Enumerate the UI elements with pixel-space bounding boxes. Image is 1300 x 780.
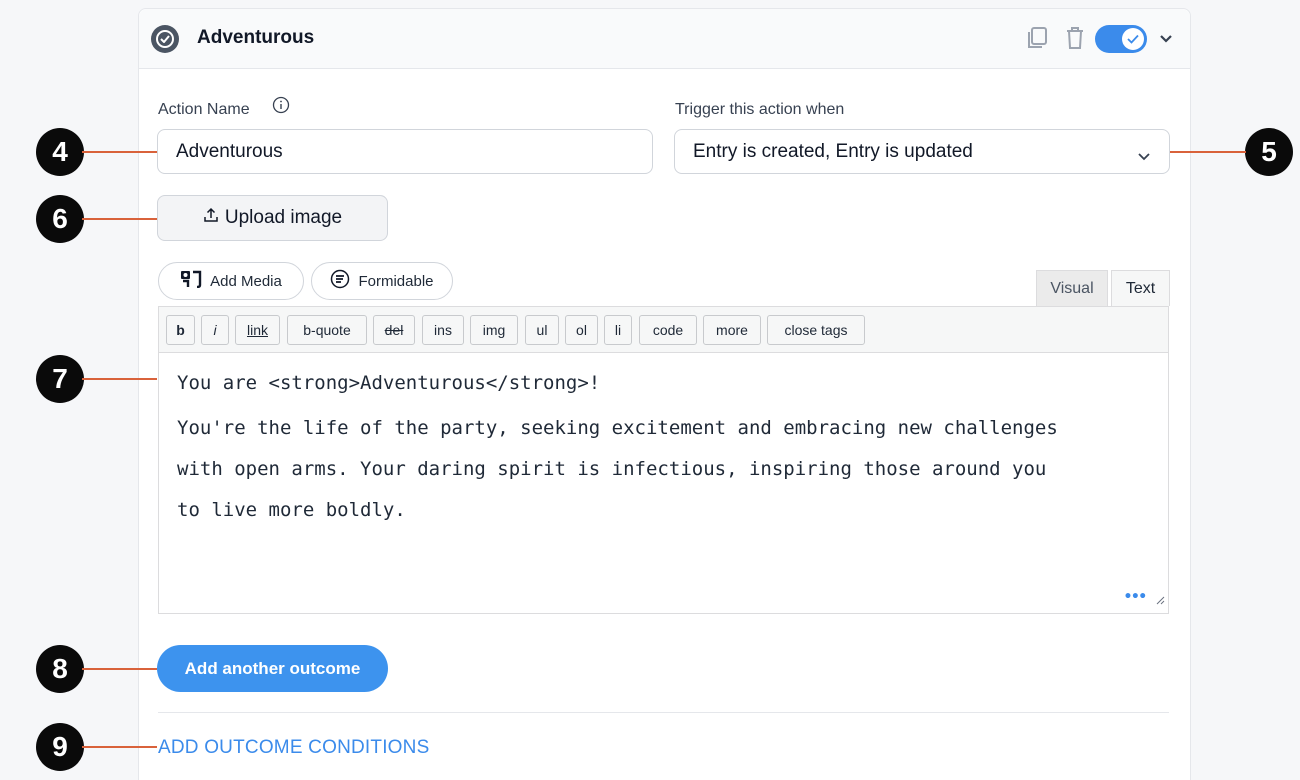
action-title: Adventurous [197, 27, 315, 48]
action-name-input[interactable]: Adventurous [157, 129, 653, 174]
formidable-button[interactable]: Formidable [311, 262, 453, 300]
del-button[interactable]: del [373, 315, 415, 345]
img-button[interactable]: img [470, 315, 518, 345]
ins-button[interactable]: ins [422, 315, 464, 345]
trigger-value: Entry is created, Entry is updated [693, 140, 973, 162]
duplicate-icon[interactable] [1025, 25, 1049, 51]
code-button[interactable]: code [639, 315, 697, 345]
blockquote-button[interactable]: b-quote [287, 315, 367, 345]
check-icon [1122, 28, 1144, 50]
bold-button[interactable]: b [166, 315, 195, 345]
ul-button[interactable]: ul [525, 315, 559, 345]
action-name-value: Adventurous [176, 140, 283, 162]
callout-7: 7 [36, 355, 84, 403]
more-button[interactable]: more [703, 315, 761, 345]
ol-button[interactable]: ol [565, 315, 598, 345]
callout-9: 9 [36, 723, 84, 771]
close-tags-button[interactable]: close tags [767, 315, 865, 345]
callout-leader [82, 378, 157, 380]
media-icon [180, 270, 202, 292]
tab-visual[interactable]: Visual [1036, 270, 1108, 306]
callout-8: 8 [36, 645, 84, 693]
formidable-icon [330, 269, 350, 293]
trigger-select[interactable]: Entry is created, Entry is updated [674, 129, 1170, 174]
chevron-down-icon[interactable] [1159, 31, 1173, 49]
trash-icon[interactable] [1063, 25, 1087, 51]
add-media-button[interactable]: Add Media [158, 262, 304, 300]
action-name-label: Action Name [158, 101, 250, 118]
action-header[interactable]: Adventurous [139, 9, 1190, 69]
chevron-down-icon [1137, 146, 1151, 168]
tab-text[interactable]: Text [1111, 270, 1170, 306]
upload-image-button[interactable]: Upload image [157, 195, 388, 241]
callout-4: 4 [36, 128, 84, 176]
callout-leader [82, 151, 157, 153]
callout-leader [82, 218, 157, 220]
callout-5: 5 [1245, 128, 1293, 176]
li-button[interactable]: li [604, 315, 632, 345]
callout-leader [82, 746, 157, 748]
editor-line: You're the life of the party, seeking ex… [177, 417, 1058, 439]
upload-icon [203, 207, 219, 229]
editor-toolbar: b i link b-quote del ins img ul ol li co… [158, 306, 1169, 352]
editor-line: to live more boldly. [177, 499, 406, 521]
callout-6: 6 [36, 195, 84, 243]
divider [158, 712, 1169, 713]
more-options-icon[interactable]: ••• [1124, 589, 1147, 605]
message-textarea[interactable]: You are <strong>Adventurous</strong>! Yo… [158, 352, 1169, 614]
trigger-label: Trigger this action when [675, 101, 845, 118]
resize-handle-icon[interactable] [1155, 588, 1165, 610]
info-icon[interactable] [272, 96, 290, 119]
italic-button[interactable]: i [201, 315, 229, 345]
editor-line: You are <strong>Adventurous</strong>! [177, 372, 601, 394]
add-another-outcome-button[interactable]: Add another outcome [157, 645, 388, 692]
callout-leader [82, 668, 157, 670]
add-outcome-conditions-link[interactable]: ADD OUTCOME CONDITIONS [158, 737, 429, 759]
check-circle-icon [151, 25, 179, 53]
active-toggle[interactable] [1095, 25, 1147, 53]
editor-line: with open arms. Your daring spirit is in… [177, 458, 1047, 480]
callout-leader [1170, 151, 1246, 153]
link-button[interactable]: link [235, 315, 280, 345]
